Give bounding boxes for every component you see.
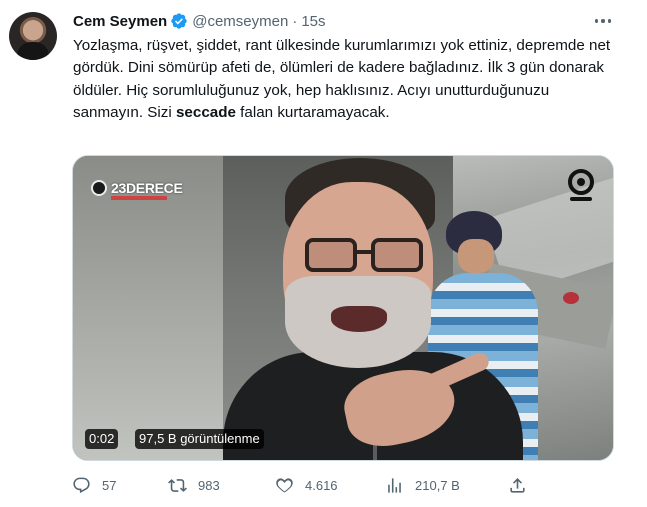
tweet[interactable]: Cem Seymen @cemseymen · 15s Yozlaşma, rü… [0, 0, 647, 507]
retweet-count: 983 [198, 477, 220, 493]
like-button[interactable]: 4.616 [275, 474, 338, 496]
action-bar: 57 983 4.616 210,7 B [72, 474, 622, 496]
video-duration: 0:02 [85, 429, 119, 449]
more-dot [607, 19, 612, 23]
avatar-shirt [17, 42, 49, 60]
video-view-count: 97,5 B görüntülenme [135, 429, 264, 449]
channel-watermark-underline [111, 196, 167, 200]
reply-button[interactable]: 57 [72, 474, 116, 496]
retweet-button[interactable]: 983 [168, 474, 220, 496]
corner-logo-icon [568, 169, 594, 201]
reply-icon [73, 477, 90, 493]
author-handle[interactable]: @cemseymen [192, 13, 288, 30]
tweet-header: Cem Seymen @cemseymen · 15s [73, 11, 326, 31]
separator-dot: · [292, 12, 298, 30]
glasses-right-lens [371, 238, 423, 272]
author-name[interactable]: Cem Seymen [73, 13, 167, 30]
more-dot [594, 19, 599, 23]
analytics-count: 210,7 B [415, 477, 460, 493]
tweet-text-bold-word: seccade [175, 104, 236, 122]
channel-logo-icon [91, 180, 107, 196]
glasses-left-lens [305, 238, 357, 272]
man-mouth [331, 306, 387, 332]
video-player[interactable]: 23DERECE 0:02 97,5 B görüntülenme [72, 155, 614, 461]
avatar[interactable] [9, 12, 57, 60]
analytics-icon [388, 477, 401, 493]
channel-watermark: 23DERECE [91, 180, 183, 200]
share-icon [510, 477, 525, 493]
man-figure [223, 156, 523, 460]
reply-count: 57 [102, 477, 117, 493]
tweet-text: Yozlaşma, rüşvet, şiddet, rant ülkesinde… [73, 35, 618, 125]
channel-watermark-text: 23DERECE [111, 180, 183, 196]
video-frame [73, 156, 613, 460]
debris-red-object [563, 292, 579, 304]
verified-badge-icon[interactable] [170, 12, 188, 30]
retweet-icon [168, 478, 187, 492]
like-count: 4.616 [305, 477, 338, 493]
tweet-time[interactable]: 15s [301, 13, 325, 30]
analytics-button[interactable]: 210,7 B [385, 474, 460, 496]
glasses-bridge [355, 250, 373, 254]
heart-icon [276, 477, 293, 493]
tweet-text-part-2: falan kurtaramayacak. [235, 104, 390, 122]
more-dot [601, 19, 605, 23]
more-options-icon[interactable] [592, 12, 614, 30]
share-button[interactable] [508, 474, 527, 496]
